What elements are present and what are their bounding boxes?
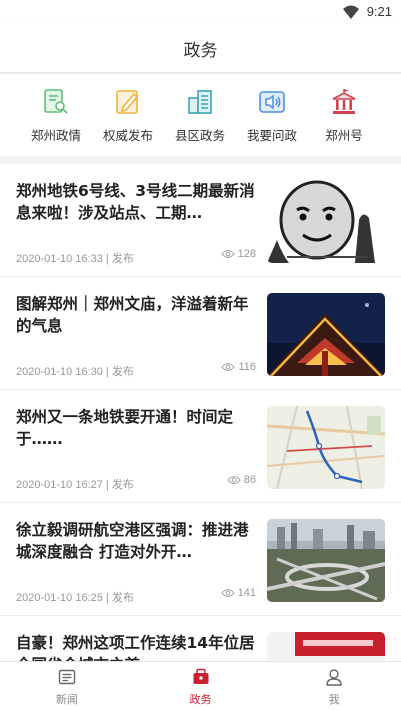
news-source: 发布 — [111, 253, 134, 265]
news-list: 郑州地铁6号线、3号线二期最新消息来啦！涉及站点、工期… 2020-01-10 … — [0, 164, 401, 661]
status-bar: 9:21 — [0, 0, 401, 24]
news-meta: 2020-01-10 16:33 | 发布 — [16, 253, 134, 265]
news-item[interactable]: 徐立毅调研航空港区强调：推进港城深度融合 打造对外开… 2020-01-10 1… — [0, 503, 401, 616]
quick-nav-item-xianqu[interactable]: 县区政务 — [164, 74, 236, 156]
bottom-tab-bar: 新闻 政务 我 — [0, 661, 401, 710]
award-ceremony-image — [267, 632, 385, 661]
tab-government[interactable]: 政务 — [134, 662, 268, 710]
city-aerial-image — [267, 519, 385, 602]
news-source: 发布 — [111, 479, 134, 491]
news-title: 郑州又一条地铁要开通！时间定于…… — [16, 408, 234, 448]
news-item[interactable]: 郑州又一条地铁要开通！时间定于…… 2020-01-10 16:27 | 发布 … — [0, 390, 401, 503]
eye-icon — [220, 249, 235, 259]
news-time: 2020-01-10 16:30 — [16, 366, 103, 378]
view-count: 128 — [212, 248, 256, 260]
buildings-icon — [188, 90, 212, 114]
tab-label: 新闻 — [55, 693, 78, 706]
news-title: 徐立毅调研航空港区强调：推进港城深度融合 打造对外开… — [16, 521, 249, 561]
news-title: 图解郑州｜郑州文庙，洋溢着新年的气息 — [16, 295, 249, 335]
meme-face-image — [267, 180, 385, 263]
news-time: 2020-01-10 16:33 — [16, 253, 103, 265]
news-title: 自豪！郑州这项工作连续14年位居全国省会城市之首 — [16, 634, 255, 661]
quick-nav-item-quanwei[interactable]: 权威发布 — [92, 74, 164, 156]
view-count: 116 — [212, 361, 256, 373]
view-count-value: 141 — [237, 587, 256, 599]
tab-label: 政务 — [189, 693, 212, 706]
speaker-icon — [259, 91, 285, 113]
quick-nav-label: 郑州号 — [325, 128, 363, 143]
user-icon — [326, 669, 342, 686]
view-count-value: 128 — [237, 248, 256, 260]
government-building-icon — [332, 89, 356, 114]
eye-icon — [221, 362, 236, 372]
view-count-value: 116 — [238, 361, 256, 373]
quick-nav-item-zhengqing[interactable]: 郑州政情 — [20, 74, 92, 156]
view-count-value: 86 — [243, 474, 256, 486]
news-item[interactable]: 自豪！郑州这项工作连续14年位居全国省会城市之首 — [0, 616, 401, 661]
tab-me[interactable]: 我 — [267, 662, 401, 710]
title-bar: 政务 — [0, 24, 401, 73]
view-count: 86 — [212, 474, 256, 486]
quick-nav: 郑州政情 权威发布 县区政务 我要问政 郑州号 — [0, 74, 401, 156]
news-source: 发布 — [111, 366, 134, 378]
document-edit-icon — [44, 89, 68, 114]
news-title: 郑州地铁6号线、3号线二期最新消息来啦！涉及站点、工期… — [16, 182, 255, 222]
tab-label: 我 — [328, 693, 340, 706]
news-meta: 2020-01-10 16:25 | 发布 — [16, 592, 134, 604]
news-item[interactable]: 图解郑州｜郑州文庙，洋溢着新年的气息 2020-01-10 16:30 | 发布… — [0, 277, 401, 390]
news-meta: 2020-01-10 16:30 | 发布 — [16, 366, 134, 378]
news-item[interactable]: 郑州地铁6号线、3号线二期最新消息来啦！涉及站点、工期… 2020-01-10 … — [0, 164, 401, 277]
news-source: 发布 — [111, 592, 134, 604]
news-meta: 2020-01-10 16:27 | 发布 — [16, 479, 134, 491]
news-time: 2020-01-10 16:27 — [16, 479, 103, 491]
metro-map-image — [267, 406, 385, 489]
status-time: 9:21 — [366, 4, 392, 19]
temple-roof-night-image — [267, 293, 385, 376]
news-time: 2020-01-10 16:25 — [16, 592, 103, 604]
tab-news[interactable]: 新闻 — [0, 662, 134, 710]
government-icon — [193, 668, 208, 684]
quick-nav-item-wenzheng[interactable]: 我要问政 — [236, 74, 308, 156]
wifi-icon — [343, 5, 359, 19]
eye-icon — [227, 475, 241, 485]
quick-nav-item-zhengzhouhao[interactable]: 郑州号 — [308, 74, 380, 156]
eye-icon — [220, 588, 235, 598]
pencil-note-icon — [116, 90, 139, 114]
view-count: 141 — [212, 587, 256, 599]
news-icon — [58, 669, 76, 685]
page-title: 政务 — [183, 41, 218, 61]
